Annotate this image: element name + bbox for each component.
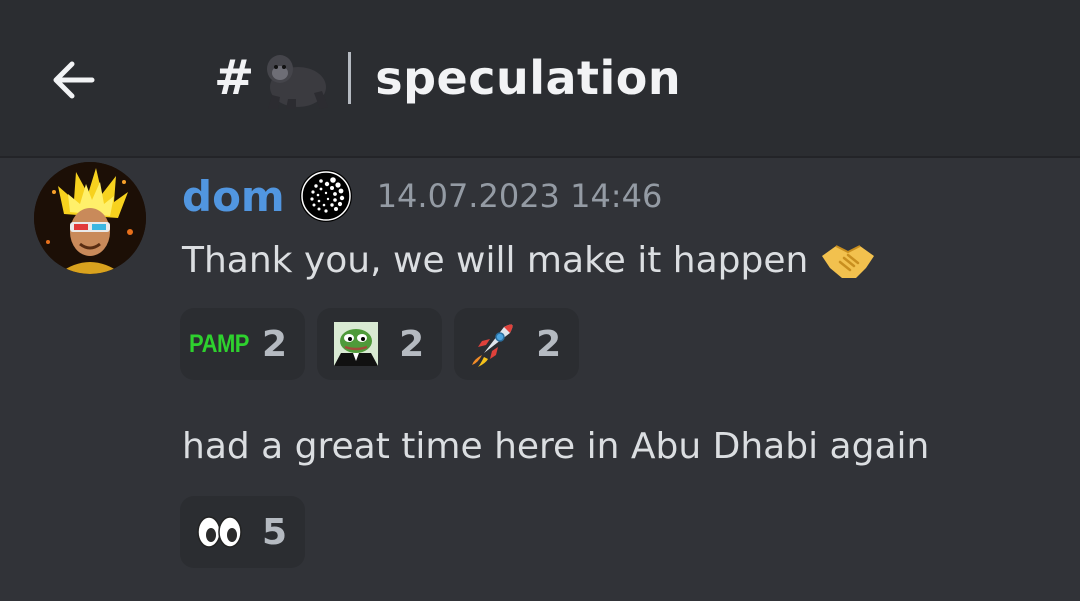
channel-hash: #: [214, 50, 255, 106]
reactions-row-2: 5: [180, 496, 306, 568]
avatar-image: [34, 162, 146, 274]
pepe-suit-icon: [334, 322, 379, 366]
reaction-count: 5: [262, 511, 288, 553]
reaction-pepe[interactable]: 2: [317, 308, 443, 380]
gorilla-icon: [267, 55, 329, 109]
reaction-rocket[interactable]: 2: [454, 308, 580, 380]
channel-name: speculation: [375, 51, 682, 105]
reaction-count: 2: [399, 323, 425, 365]
handshake-icon: [822, 245, 875, 278]
back-arrow-icon: [53, 61, 95, 99]
reaction-count: 2: [536, 323, 562, 365]
iota-role-icon[interactable]: [299, 169, 353, 223]
message-content: Thank you, we will make it happen: [182, 239, 809, 281]
message-text-1: Thank you, we will make it happen: [182, 232, 876, 288]
username[interactable]: dom: [182, 172, 285, 221]
back-button[interactable]: [44, 50, 104, 110]
pamp-emoji-icon: PAMP: [189, 329, 249, 358]
message-content: had a great time here in Abu Dhabi again: [182, 425, 930, 467]
avatar[interactable]: [34, 162, 146, 274]
message-text-2: had a great time here in Abu Dhabi again: [182, 418, 929, 474]
channel-title[interactable]: # speculation: [214, 42, 681, 114]
channel-header: # speculation: [0, 0, 1080, 158]
reactions-row-1: PAMP 2 2 2: [180, 308, 580, 380]
reaction-eyes[interactable]: 5: [180, 496, 306, 568]
title-separator: [348, 52, 352, 104]
eyes-icon: [197, 516, 242, 548]
rocket-icon: [472, 324, 513, 367]
reaction-pamp[interactable]: PAMP 2: [180, 308, 306, 380]
message-timestamp: 14.07.2023 14:46: [376, 177, 663, 215]
message-header: dom 14.07.2023 14:46: [182, 168, 662, 224]
reaction-count: 2: [262, 323, 288, 365]
